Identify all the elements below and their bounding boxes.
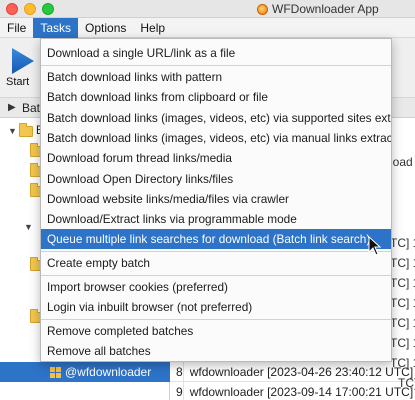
menu-separator (41, 319, 391, 320)
menu-item-open-directory[interactable]: Download Open Directory links/files (41, 169, 391, 189)
menu-item-programmable-mode[interactable]: Download/Extract links via programmable … (41, 209, 391, 229)
menu-item-batch-clipboard[interactable]: Batch download links from clipboard or f… (41, 87, 391, 107)
menu-item-create-empty-batch[interactable]: Create empty batch (41, 253, 391, 273)
menu-separator (41, 275, 391, 276)
table-fragment: load (390, 155, 413, 169)
tree-item-selected-label: @wfdownloader (65, 365, 152, 379)
menu-item-batch-supported-extractor[interactable]: Batch download links (images, videos, et… (41, 108, 391, 128)
table-fragment: TC] 1 (390, 336, 415, 350)
menu-tasks[interactable]: Tasks (33, 17, 79, 38)
play-icon (12, 48, 34, 74)
start-button[interactable]: Start (4, 44, 44, 92)
row-text: wfdownloader [2023-09-14 17:00:21 UTC] 1… (189, 384, 415, 399)
table-fragment: TC] 12 (390, 236, 415, 250)
table-fragment: TC] 12 (390, 296, 415, 310)
expand-triangle-icon: ▼ (24, 222, 33, 232)
tree-item-selected[interactable]: @wfdownloader (0, 362, 170, 382)
mouse-pointer-icon (368, 236, 382, 256)
menu-options[interactable]: Options (78, 18, 133, 38)
app-logo-icon (257, 3, 268, 15)
menu-help[interactable]: Help (133, 18, 172, 38)
chevron-right-icon: ▶ (8, 102, 16, 113)
row-text: wfdownloader [2023-04-26 23:40:12 UTC] 1… (189, 364, 415, 379)
table-row[interactable]: 8 wfdownloader [2023-04-26 23:40:12 UTC]… (170, 362, 415, 382)
menu-item-batch-manual-extractor[interactable]: Batch download links (images, videos, et… (41, 128, 391, 148)
zoom-window-button[interactable] (42, 3, 54, 15)
tree-item-root[interactable]: ▼ B (8, 122, 44, 140)
menu-item-website-crawler[interactable]: Download website links/media/files via c… (41, 189, 391, 209)
minimize-window-button[interactable] (24, 3, 36, 15)
menu-item-download-single-url[interactable]: Download a single URL/link as a file (41, 43, 391, 63)
menu-item-inbuilt-browser-login[interactable]: Login via inbuilt browser (not preferred… (41, 297, 391, 317)
menu-item-remove-completed[interactable]: Remove completed batches (41, 321, 391, 341)
menu-item-forum-thread[interactable]: Download forum thread links/media (41, 148, 391, 168)
batch-grid-icon (50, 366, 61, 378)
table-fragment: TC] 12 (390, 316, 415, 330)
start-label: Start (6, 76, 30, 88)
menu-item-remove-all[interactable]: Remove all batches (41, 341, 391, 361)
table-row[interactable]: 9 wfdownloader [2023-09-14 17:00:21 UTC]… (170, 382, 415, 400)
title-bar: WFDownloader App (0, 0, 415, 18)
expand-triangle-icon: ▼ (8, 126, 17, 136)
row-number: 9 (170, 382, 184, 400)
table-fragment: TC] 12 (390, 276, 415, 290)
menu-item-batch-pattern[interactable]: Batch download links with pattern (41, 67, 391, 87)
window-title-text: WFDownloader App (272, 2, 379, 16)
row-number: 8 (170, 362, 184, 381)
menu-file[interactable]: File (0, 18, 33, 38)
menu-item-batch-link-search[interactable]: Queue multiple link searches for downloa… (41, 229, 391, 249)
table-fragment: TC] 1 (390, 356, 415, 370)
menu-separator (41, 65, 391, 66)
menu-separator (41, 251, 391, 252)
menu-bar: File Tasks Options Help (0, 17, 415, 38)
window-title: WFDownloader App (257, 2, 379, 16)
table-fragment: TC] 12 (390, 256, 415, 270)
table-fragment: TC] 16 (398, 376, 415, 390)
menu-item-import-cookies[interactable]: Import browser cookies (preferred) (41, 277, 391, 297)
folder-icon (19, 122, 33, 137)
tasks-menu: Download a single URL/link as a file Bat… (40, 38, 392, 362)
close-window-button[interactable] (6, 3, 18, 15)
tree-item[interactable]: ▼ (24, 218, 33, 236)
